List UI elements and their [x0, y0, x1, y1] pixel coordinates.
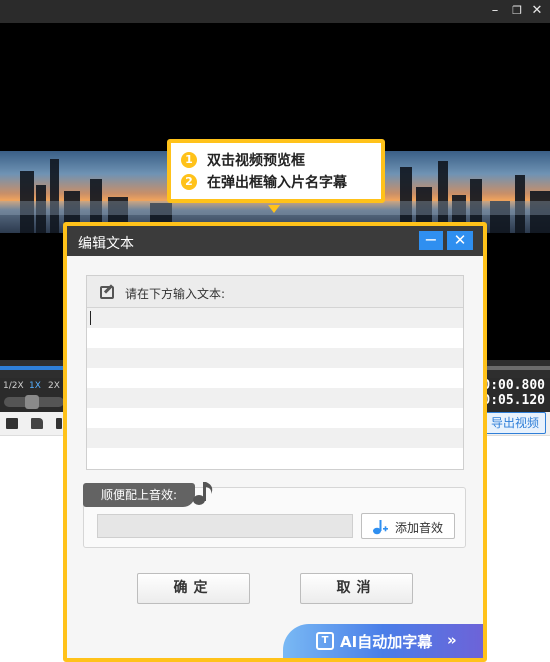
hint-step-1: 1 双击视频预览框 [181, 150, 305, 170]
hint-step-text: 在弹出框输入片名字幕 [207, 175, 347, 191]
edit-text-dialog: 编辑文本 − ✕ 请在下方输入文本: 顺便配上音效: 添加音效 确定 取消 T … [63, 222, 487, 662]
text-line[interactable] [87, 368, 463, 388]
ai-auto-subtitle-label: AI自动加字幕 [340, 633, 433, 651]
save-icon[interactable] [56, 418, 62, 429]
export-video-button[interactable]: 导出视频 [484, 412, 546, 434]
folder-icon[interactable] [31, 418, 43, 429]
ai-auto-subtitle-button[interactable]: T AI自动加字幕 » [283, 624, 483, 658]
speed-1x[interactable]: 1X [29, 381, 41, 391]
add-sound-button[interactable]: 添加音效 [361, 513, 455, 539]
text-line[interactable] [87, 328, 463, 348]
dialog-title: 编辑文本 [78, 236, 134, 252]
speed-slider-handle[interactable] [25, 395, 39, 409]
dialog-body: 请在下方输入文本: 顺便配上音效: 添加音效 确定 取消 T AI自动加字幕 » [67, 256, 483, 658]
dialog-close-button[interactable]: ✕ [447, 231, 473, 250]
sound-effect-input[interactable] [97, 514, 353, 538]
dialog-title-bar[interactable]: 编辑文本 − ✕ [67, 226, 483, 256]
close-icon[interactable]: ✕ [528, 2, 546, 20]
text-caret [90, 311, 91, 325]
app-title-bar: – ❐ ✕ [0, 0, 550, 23]
text-input-prompt: 请在下方输入文本: [125, 287, 226, 301]
sound-effect-label: 顺便配上音效: [83, 483, 196, 507]
text-input-header: 请在下方输入文本: [87, 276, 463, 308]
add-media-icon[interactable] [6, 418, 18, 429]
text-line[interactable] [87, 428, 463, 448]
chevron-right-icon: » [447, 631, 457, 649]
add-music-icon [373, 520, 388, 535]
hint-tooltip: 1 双击视频预览框 2 在弹出框输入片名字幕 [167, 139, 385, 203]
edit-icon [100, 286, 114, 299]
restore-icon[interactable]: ❐ [508, 2, 526, 20]
step-number-badge: 1 [181, 152, 197, 168]
subtitle-icon: T [316, 632, 334, 650]
ok-button[interactable]: 确定 [137, 573, 250, 604]
cancel-button[interactable]: 取消 [300, 573, 413, 604]
text-line[interactable] [87, 308, 463, 328]
dialog-minimize-button[interactable]: − [419, 231, 443, 250]
text-input-panel[interactable]: 请在下方输入文本: [86, 275, 464, 470]
add-sound-label: 添加音效 [395, 521, 444, 535]
minimize-icon[interactable]: – [486, 2, 504, 20]
step-number-badge: 2 [181, 174, 197, 190]
hint-step-2: 2 在弹出框输入片名字幕 [181, 172, 347, 192]
speed-half[interactable]: 1/2X [3, 381, 24, 391]
text-input-area[interactable] [87, 308, 463, 448]
speed-2x[interactable]: 2X [48, 381, 60, 391]
hint-step-text: 双击视频预览框 [207, 153, 305, 169]
music-note-icon [193, 482, 213, 505]
tooltip-arrow [268, 205, 280, 213]
text-line[interactable] [87, 388, 463, 408]
text-line[interactable] [87, 408, 463, 428]
text-line[interactable] [87, 348, 463, 368]
